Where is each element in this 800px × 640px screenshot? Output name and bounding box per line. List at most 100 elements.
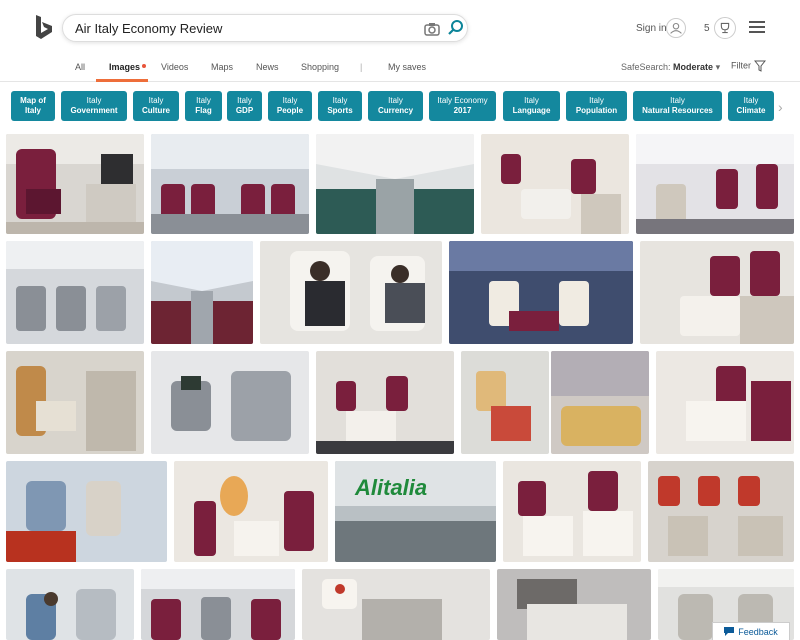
tab-my-saves[interactable]: My saves: [388, 62, 426, 72]
new-indicator-dot: [142, 64, 146, 68]
image-result[interactable]: [503, 461, 641, 562]
image-result[interactable]: [316, 351, 454, 454]
alitalia-logo-text: Alitalia: [354, 475, 427, 500]
image-result[interactable]: [636, 134, 794, 234]
pill-line2: People: [276, 106, 304, 115]
pill-line1: Map of: [20, 96, 46, 105]
safesearch-value[interactable]: Moderate: [673, 62, 713, 72]
pill-line2: GDP: [235, 106, 254, 115]
image-result[interactable]: [151, 241, 253, 344]
nav-divider: |: [360, 62, 363, 72]
tab-news[interactable]: News: [256, 62, 279, 72]
tab-all[interactable]: All: [75, 62, 85, 72]
image-result[interactable]: [141, 569, 295, 640]
pill-line2: Flag: [195, 106, 212, 115]
pill-line1: Italy: [86, 96, 102, 105]
safesearch-dropdown[interactable]: SafeSearch: Moderate ▾: [621, 62, 720, 73]
tab-images[interactable]: Images: [109, 62, 140, 72]
pill-line1: Italy: [237, 96, 252, 105]
hamburger-menu-icon[interactable]: [749, 21, 765, 35]
pill-italy-natural-resources[interactable]: Italy Natural Resources: [633, 91, 722, 121]
image-result[interactable]: [6, 241, 144, 344]
pill-italy-gdp[interactable]: Italy GDP: [227, 91, 262, 121]
tab-videos[interactable]: Videos: [161, 62, 188, 72]
safesearch-label: SafeSearch:: [621, 62, 671, 72]
image-result[interactable]: [497, 569, 651, 640]
image-result[interactable]: [640, 241, 794, 344]
pill-italy-language[interactable]: Italy Language: [503, 91, 560, 121]
image-result[interactable]: [6, 569, 134, 640]
tab-shopping[interactable]: Shopping: [301, 62, 339, 72]
image-result[interactable]: [151, 134, 309, 234]
tab-maps[interactable]: Maps: [211, 62, 233, 72]
pill-line2: Population: [575, 106, 618, 115]
pill-italy-culture[interactable]: Italy Culture: [133, 91, 179, 121]
pill-line2: Culture: [142, 106, 170, 115]
feedback-button[interactable]: Feedback: [712, 622, 790, 640]
image-result[interactable]: [551, 351, 649, 454]
pill-line1: Italy: [388, 96, 403, 105]
pill-line1: Italy: [332, 96, 348, 105]
pill-italy-economy-2017[interactable]: Italy Economy 2017: [429, 91, 496, 121]
vertical-nav: All Images Videos Maps News Shopping | M…: [0, 58, 800, 82]
pill-italy-population[interactable]: Italy Population: [566, 91, 627, 121]
pill-italy-flag[interactable]: Italy Flag: [185, 91, 222, 121]
avatar-icon[interactable]: [666, 18, 686, 38]
image-result[interactable]: [6, 134, 144, 234]
pill-italy-sports[interactable]: Italy Sports: [318, 91, 362, 121]
funnel-icon: [753, 60, 766, 72]
related-searches-carousel: Map of Italy Italy Government Italy Cult…: [0, 91, 800, 123]
pill-italy-government[interactable]: Italy Government: [61, 91, 127, 121]
pill-line1: Italy: [589, 96, 604, 105]
pill-line1: Italy: [743, 96, 759, 105]
pill-line1: Italy: [282, 96, 298, 105]
camera-icon[interactable]: [423, 20, 441, 38]
pill-line2: 2017: [453, 106, 472, 115]
image-result[interactable]: [6, 461, 167, 562]
trophy-icon[interactable]: [714, 17, 736, 39]
pill-line2: Natural Resources: [642, 106, 713, 115]
image-result[interactable]: [302, 569, 490, 640]
filter-label: Filter: [731, 60, 751, 71]
pill-line1: Italy: [670, 96, 685, 105]
pill-italy-climate[interactable]: Italy Climate: [728, 91, 774, 121]
rewards-count: 5: [704, 23, 710, 34]
pill-line2: Government: [70, 106, 118, 115]
image-result[interactable]: [449, 241, 633, 344]
image-result[interactable]: [6, 351, 144, 454]
pill-line2: Currency: [377, 106, 414, 115]
chevron-down-icon: ▾: [715, 62, 721, 72]
pill-line2: Sports: [327, 106, 353, 115]
image-results-grid: Alitalia: [0, 134, 800, 640]
pill-line1: Italy: [148, 96, 164, 105]
pill-line1: Italy: [524, 96, 539, 105]
image-result[interactable]: [656, 351, 794, 454]
image-result[interactable]: [151, 351, 309, 454]
pill-line2: Italy: [24, 106, 41, 115]
image-result[interactable]: [481, 134, 629, 234]
image-result[interactable]: [260, 241, 442, 344]
search-icon[interactable]: [447, 19, 465, 37]
pill-line1: Italy: [196, 96, 211, 105]
feedback-label: Feedback: [738, 626, 778, 637]
signin-link[interactable]: Sign in: [636, 23, 667, 34]
active-tab-underline: [96, 79, 148, 82]
image-result[interactable]: [648, 461, 794, 562]
pill-map-of-italy[interactable]: Map of Italy: [11, 91, 55, 121]
pill-line1: Italy Economy: [437, 96, 488, 105]
image-result[interactable]: [174, 461, 328, 562]
pill-line2: Climate: [736, 106, 766, 115]
pill-italy-people[interactable]: Italy People: [268, 91, 312, 121]
chevron-right-icon[interactable]: ›: [778, 99, 790, 115]
pill-italy-currency[interactable]: Italy Currency: [368, 91, 423, 121]
image-result[interactable]: Alitalia: [335, 461, 496, 562]
pill-line2: Language: [512, 106, 551, 115]
image-result[interactable]: [316, 134, 474, 234]
bing-logo-icon[interactable]: [34, 14, 54, 40]
header: Air Italy Economy Review Sign in 5 All I…: [0, 0, 800, 82]
filter-button[interactable]: Filter: [731, 60, 766, 72]
chat-bubble-icon: [724, 627, 735, 636]
search-input[interactable]: Air Italy Economy Review: [75, 21, 222, 36]
search-box[interactable]: Air Italy Economy Review: [62, 14, 468, 42]
image-result[interactable]: [461, 351, 549, 454]
